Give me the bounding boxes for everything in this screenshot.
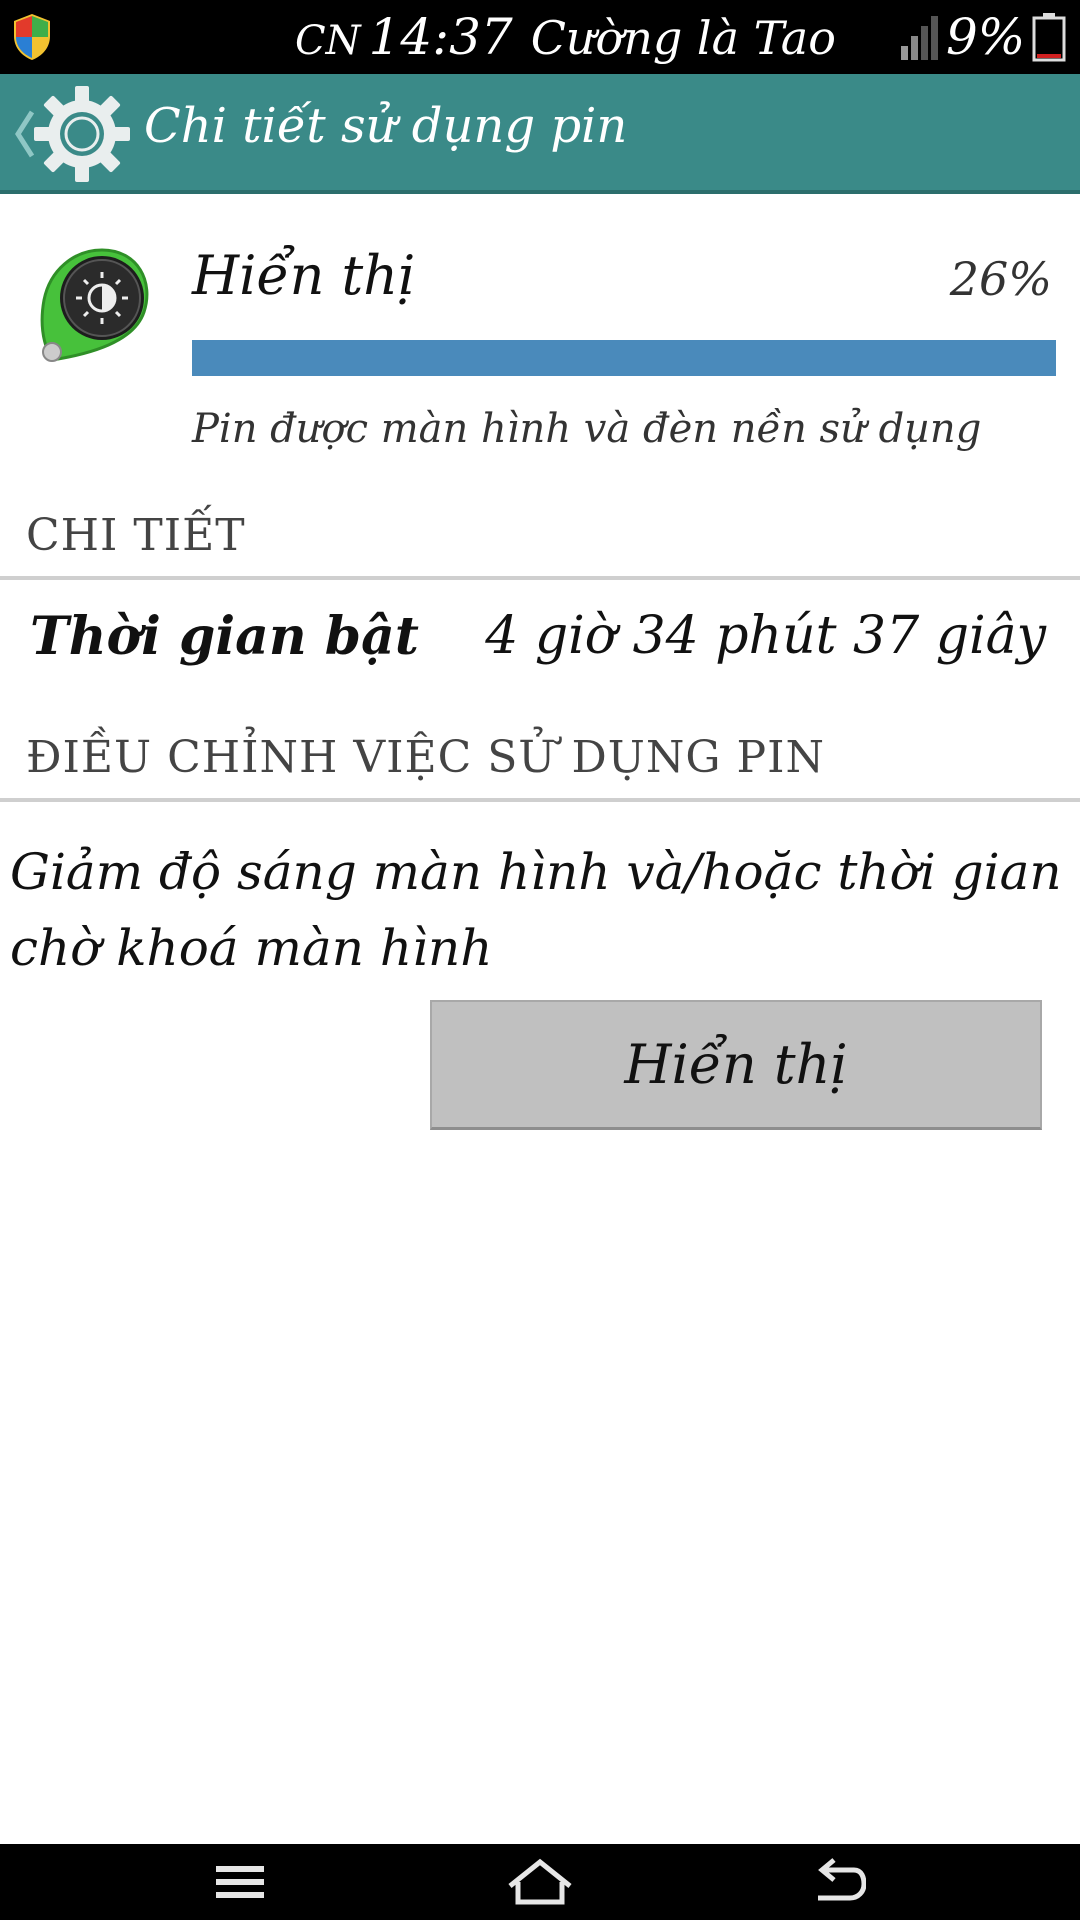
signal-icon: [901, 16, 938, 60]
app-description: Pin được màn hình và đèn nền sử dụng: [192, 406, 982, 452]
display-brightness-icon: [40, 248, 149, 362]
gear-icon: [34, 86, 130, 182]
app-name: Hiển thị: [192, 244, 416, 307]
page-title: Chi tiết sử dụng pin: [144, 98, 628, 154]
advice-text: Giảm độ sáng màn hình và/hoặc thời gian …: [10, 843, 1062, 977]
battery-icon: [1032, 13, 1066, 62]
status-bar: CN 14:37 Cường là Tao 9%: [0, 0, 1080, 74]
status-day: CN: [295, 18, 361, 64]
usage-bar-fill: [192, 340, 1056, 376]
status-time: 14:37: [368, 8, 513, 66]
usage-bar: [192, 340, 1056, 376]
nav-bar: [0, 1844, 1080, 1920]
display-settings-button[interactable]: Hiển thị: [430, 1000, 1042, 1130]
app-percent: 26%: [949, 252, 1052, 306]
action-bar[interactable]: Chi tiết sử dụng pin: [0, 74, 1080, 194]
shield-icon: [14, 14, 50, 60]
back-nav-icon[interactable]: [810, 1856, 866, 1908]
on-time-value: 4 giờ 34 phút 37 giây: [485, 606, 1046, 666]
adjust-divider: [0, 798, 1080, 802]
menu-icon[interactable]: [212, 1856, 268, 1908]
home-icon[interactable]: [506, 1856, 574, 1908]
battery-percent: 9%: [946, 8, 1026, 66]
details-divider: [0, 576, 1080, 580]
status-carrier: Cường là Tao: [530, 11, 836, 65]
adjust-header: ĐIỀU CHỈNH VIỆC SỬ DỤNG PIN: [26, 732, 825, 783]
on-time-label: Thời gian bật: [30, 606, 419, 667]
details-header: CHI TIẾT: [26, 510, 246, 561]
status-center: CN 14:37 Cường là Tao: [295, 8, 836, 68]
